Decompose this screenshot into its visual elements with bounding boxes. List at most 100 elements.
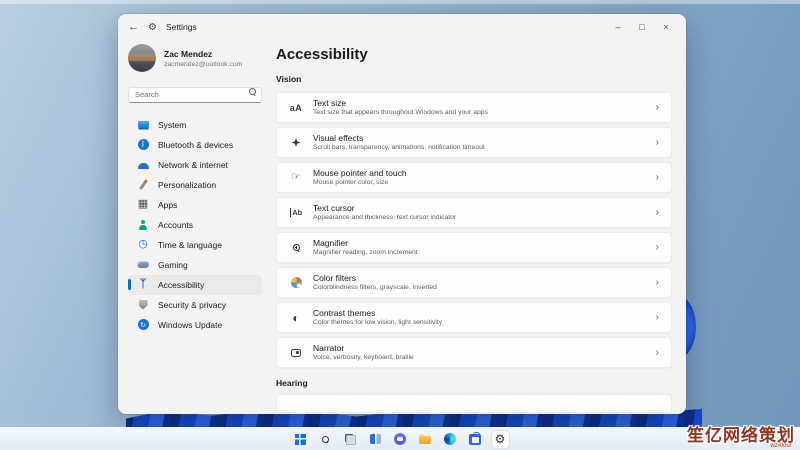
card-title: Text size <box>313 98 656 108</box>
sidebar-item-security-privacy[interactable]: Security & privacy <box>128 295 262 315</box>
card-magnifier[interactable]: Magnifier Magnifier reading, zoom increm… <box>276 232 672 263</box>
window-title: Settings <box>166 22 197 32</box>
chevron-right-icon: › <box>656 172 659 183</box>
chat-icon <box>394 433 406 445</box>
taskbar-edge-button[interactable] <box>442 431 459 448</box>
security-icon <box>137 299 149 311</box>
sidebar-item-accessibility[interactable]: ᛉ Accessibility <box>128 275 262 295</box>
windows-logo-icon <box>295 434 306 445</box>
sidebar-item-windows-update[interactable]: ↻ Windows Update <box>128 315 262 335</box>
taskbar-settings-button[interactable]: ⚙ <box>492 431 509 448</box>
card-partial-hearing[interactable] <box>276 394 672 412</box>
search-box <box>128 84 262 103</box>
time-language-icon: ◷ <box>137 239 149 251</box>
chevron-right-icon: › <box>656 207 659 218</box>
user-account[interactable]: Zac Mendez zacmendez@outlook.com <box>128 44 262 72</box>
bluetooth-icon: ᛒ <box>137 139 149 151</box>
taskbar-widgets-button[interactable] <box>367 431 384 448</box>
card-subtitle: Text size that appears throughout Window… <box>313 109 656 117</box>
taskbar-file-explorer-button[interactable] <box>417 431 434 448</box>
page-title: Accessibility <box>276 46 672 64</box>
chevron-right-icon: › <box>656 137 659 148</box>
user-name: Zac Mendez <box>164 49 242 59</box>
chevron-right-icon: › <box>656 102 659 113</box>
card-subtitle: Scroll bars, transparency, animations, n… <box>313 144 656 152</box>
card-subtitle: Appearance and thickness, text cursor in… <box>313 214 656 222</box>
search-input[interactable] <box>128 87 262 103</box>
sidebar-item-system[interactable]: System <box>128 115 262 135</box>
text-cursor-icon: Ab <box>289 206 303 220</box>
card-subtitle: Color themes for low vision, light sensi… <box>313 319 656 327</box>
widgets-icon <box>370 434 381 444</box>
minimize-button[interactable]: – <box>606 14 630 40</box>
sidebar-item-gaming[interactable]: Gaming <box>128 255 262 275</box>
contrast-themes-icon: ◐ <box>289 311 303 325</box>
card-visual-effects[interactable]: Visual effects Scroll bars, transparency… <box>276 127 672 158</box>
card-text-size[interactable]: aA Text size Text size that appears thro… <box>276 92 672 123</box>
card-title: Magnifier <box>313 238 656 248</box>
settings-gear-icon: ⚙ <box>148 22 157 33</box>
chevron-right-icon: › <box>656 312 659 323</box>
chevron-right-icon: › <box>656 242 659 253</box>
card-color-filters[interactable]: Color filters Colorblindness filters, gr… <box>276 267 672 298</box>
card-title: Text cursor <box>313 203 656 213</box>
taskbar-start-button[interactable] <box>292 431 309 448</box>
mouse-pointer-icon: ☞ <box>289 171 303 185</box>
taskbar-search-button[interactable] <box>317 431 334 448</box>
taskbar-store-button[interactable] <box>467 431 484 448</box>
taskbar-task-view-button[interactable] <box>342 431 359 448</box>
taskbar-chat-button[interactable] <box>392 431 409 448</box>
chevron-right-icon: › <box>656 347 659 358</box>
card-narrator[interactable]: Narrator Voice, verbosity, keyboard, bra… <box>276 337 672 368</box>
network-icon <box>137 159 149 171</box>
sidebar-item-time-language[interactable]: ◷ Time & language <box>128 235 262 255</box>
sidebar-item-network-internet[interactable]: Network & internet <box>128 155 262 175</box>
card-title: Visual effects <box>313 133 656 143</box>
card-subtitle: Voice, verbosity, keyboard, braille <box>313 354 656 362</box>
color-filters-icon <box>289 276 303 290</box>
edge-icon <box>444 433 456 445</box>
titlebar[interactable]: ← ⚙ Settings – □ × <box>118 14 686 40</box>
task-view-icon <box>345 434 356 445</box>
back-button[interactable]: ← <box>128 21 139 33</box>
text-size-icon: aA <box>289 101 303 115</box>
chevron-right-icon: › <box>656 277 659 288</box>
card-title: Mouse pointer and touch <box>313 168 656 178</box>
card-subtitle: Magnifier reading, zoom increment <box>313 249 656 257</box>
avatar <box>128 44 156 72</box>
card-mouse-pointer-touch[interactable]: ☞ Mouse pointer and touch Mouse pointer … <box>276 162 672 193</box>
card-subtitle: Colorblindness filters, grayscale, inver… <box>313 284 656 292</box>
watermark: 笙亿网络策划 wzAloul <box>687 421 795 449</box>
microsoft-store-icon <box>469 434 481 445</box>
narrator-icon <box>289 346 303 360</box>
taskbar: ⚙ <box>0 427 800 450</box>
magnifier-icon <box>289 241 303 255</box>
search-icon <box>322 436 329 443</box>
personalization-icon <box>137 179 149 191</box>
card-title: Narrator <box>313 343 656 353</box>
gaming-icon <box>137 259 149 271</box>
card-subtitle: Mouse pointer color, size <box>313 179 656 187</box>
accessibility-icon: ᛉ <box>137 279 149 291</box>
settings-window: ← ⚙ Settings – □ × Zac Mendez zacmendez@… <box>118 14 686 414</box>
sidebar-item-apps[interactable]: ▦ Apps <box>128 195 262 215</box>
user-email: zacmendez@outlook.com <box>164 61 242 68</box>
card-text-cursor[interactable]: Ab Text cursor Appearance and thickness,… <box>276 197 672 228</box>
sidebar-item-accounts[interactable]: Accounts <box>128 215 262 235</box>
close-button[interactable]: × <box>654 14 678 40</box>
sidebar-item-bluetooth-devices[interactable]: ᛒ Bluetooth & devices <box>128 135 262 155</box>
visual-effects-icon <box>289 136 303 150</box>
apps-icon: ▦ <box>137 199 149 211</box>
vision-cards: aA Text size Text size that appears thro… <box>276 92 672 368</box>
windows-update-icon: ↻ <box>137 319 149 331</box>
card-contrast-themes[interactable]: ◐ Contrast themes Color themes for low v… <box>276 302 672 333</box>
sidebar-item-personalization[interactable]: Personalization <box>128 175 262 195</box>
maximize-button[interactable]: □ <box>630 14 654 40</box>
window-controls: – □ × <box>606 14 678 40</box>
sidebar: Zac Mendez zacmendez@outlook.com System … <box>118 40 270 414</box>
section-label-hearing: Hearing <box>276 378 672 388</box>
desktop: ← ⚙ Settings – □ × Zac Mendez zacmendez@… <box>0 0 800 450</box>
card-title: Color filters <box>313 273 656 283</box>
card-title: Contrast themes <box>313 308 656 318</box>
sidebar-nav: System ᛒ Bluetooth & devices Network & i… <box>128 115 262 335</box>
